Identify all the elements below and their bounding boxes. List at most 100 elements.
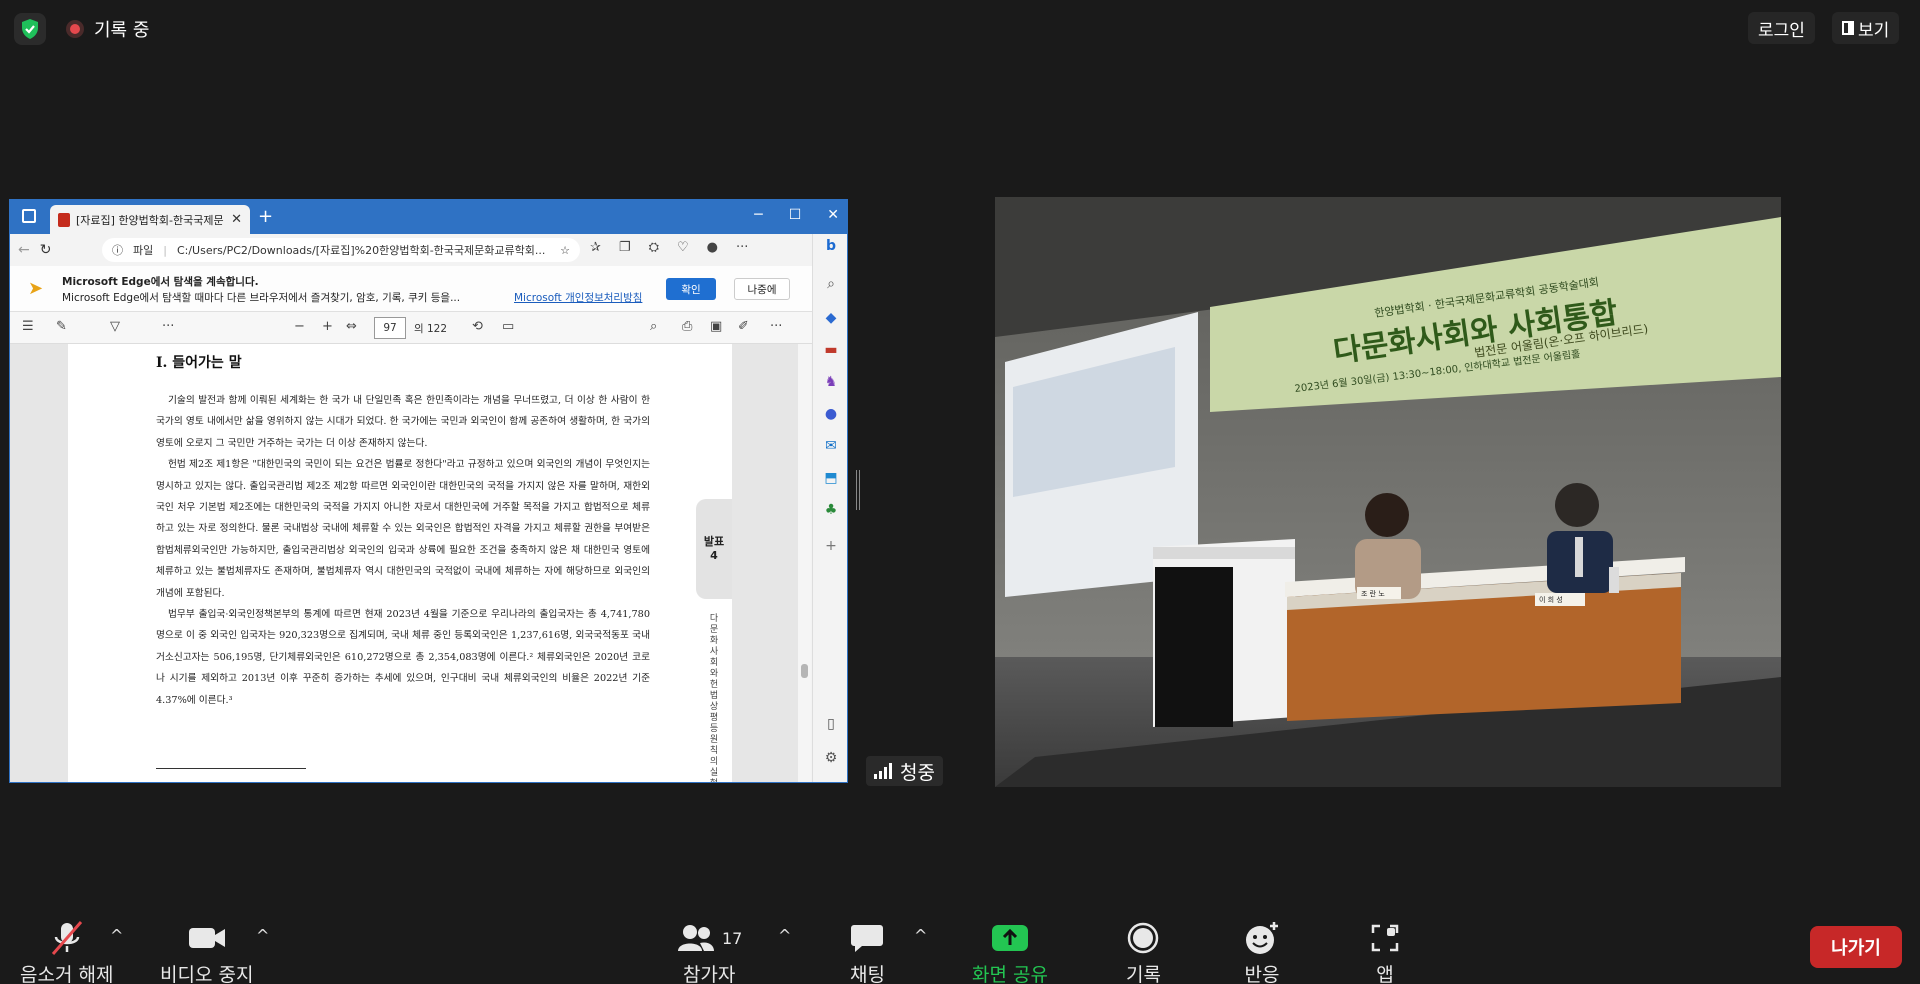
tools-icon[interactable]: ▬ xyxy=(821,340,841,360)
unmute-button[interactable]: 음소거 해제 xyxy=(20,916,113,984)
address-input[interactable]: ⓘ 파일 | C:/Users/PC2/Downloads/[자료집]%20한양… xyxy=(102,238,580,262)
drop-icon[interactable]: ⬒ xyxy=(821,468,841,488)
more-menu-icon[interactable]: ··· xyxy=(736,240,748,255)
chat-label: 채팅 xyxy=(850,964,885,984)
profile-icon[interactable]: ● xyxy=(707,240,718,255)
save-as-icon[interactable]: ✐ xyxy=(738,319,749,334)
highlight-icon[interactable]: ▽ xyxy=(110,319,120,334)
participant-count: 17 xyxy=(722,928,743,948)
view-label: 보기 xyxy=(1858,20,1890,41)
refresh-icon[interactable]: ↻ xyxy=(40,242,52,258)
extension-icon[interactable]: ⛭ xyxy=(649,240,659,255)
zoom-in-icon[interactable]: + xyxy=(322,319,333,334)
participants-icon: 17 xyxy=(676,916,742,960)
save-icon[interactable]: ▣ xyxy=(710,319,722,334)
edge-notice-bar: ➤ Microsoft Edge에서 탐색을 계속합니다. Microsoft … xyxy=(10,266,847,312)
participant-video[interactable]: 한양법학회 · 한국국제문화교류학회 공동학술대회 다문화사회와 사회통합 법전… xyxy=(995,197,1781,787)
audio-options-chevron-icon[interactable]: ^ xyxy=(110,926,123,945)
video-options-chevron-icon[interactable]: ^ xyxy=(256,926,269,945)
reaction-smile-icon xyxy=(1244,916,1280,960)
apps-icon xyxy=(1370,916,1400,960)
pdf-scrollbar[interactable] xyxy=(798,344,811,782)
pdf-heading: Ⅰ. 들어가는 말 xyxy=(156,355,242,371)
top-bar: 기록 중 로그인 보기 xyxy=(0,0,1920,56)
login-button[interactable]: 로그인 xyxy=(1748,12,1815,44)
outlook-icon[interactable]: ✉ xyxy=(821,436,841,456)
games-icon[interactable]: ♞ xyxy=(821,372,841,392)
minimize-icon[interactable]: ─ xyxy=(754,207,762,223)
info-icon: ⓘ xyxy=(112,244,123,257)
tab-actions-icon[interactable] xyxy=(22,209,36,223)
side-tab-number: 4 xyxy=(710,549,718,562)
leave-button[interactable]: 나가기 xyxy=(1810,926,1902,968)
record-button[interactable]: 기록 xyxy=(1126,916,1161,984)
chat-bubble-icon xyxy=(850,916,884,960)
record-label: 기록 xyxy=(1126,964,1161,984)
sidebar-hide-icon[interactable]: ▯ xyxy=(821,714,841,734)
chat-button[interactable]: 채팅 xyxy=(850,916,885,984)
chat-options-chevron-icon[interactable]: ^ xyxy=(914,926,927,945)
notice-icon: ➤ xyxy=(28,278,44,299)
fit-page-icon[interactable]: ⇔ xyxy=(346,319,357,334)
back-icon[interactable]: ← xyxy=(18,242,30,258)
draw-icon[interactable]: ✎ xyxy=(56,319,67,334)
close-tab-icon[interactable]: ✕ xyxy=(231,212,242,227)
tab-title: [자료집] 한양법학회-한국국제문 xyxy=(76,213,224,227)
presentation-side-tab: 발표 4 xyxy=(696,499,732,599)
reactions-label: 반응 xyxy=(1244,964,1280,984)
view-layout-icon xyxy=(1842,21,1854,35)
participants-button[interactable]: 17 참가자 xyxy=(676,916,742,984)
shopping-tag-icon[interactable]: ◆ xyxy=(821,308,841,328)
search-icon[interactable]: ⌕ xyxy=(650,319,657,334)
edge-sidebar: b ⌕ ◆ ▬ ♞ ● ✉ ⬒ ♣ + ▯ ⚙ xyxy=(812,234,847,782)
pdf-toolbar: ☰ ✎ ▽ ··· − + ⇔ 97 의 122 ⟲ ▭ ⌕ ⎙ ▣ ✐ ··· xyxy=(10,312,847,344)
security-shield-icon[interactable] xyxy=(14,13,46,45)
recording-indicator[interactable]: 기록 중 xyxy=(66,16,149,42)
new-tab-icon[interactable]: + xyxy=(258,206,273,227)
address-text: C:/Users/PC2/Downloads/[자료집]%20한양법학회-한국국… xyxy=(176,244,546,257)
more-tools-icon[interactable]: ··· xyxy=(162,319,174,334)
favorite-star-icon[interactable]: ☆ xyxy=(560,244,570,257)
pdf-paragraph: 법무부 출입국·외국인정책본부의 통계에 따르면 현재 2023년 4월을 기준… xyxy=(156,609,650,706)
browser-tab[interactable]: [자료집] 한양법학회-한국국제문 ✕ xyxy=(50,205,250,234)
speaker-name-tag: 청중 xyxy=(866,756,943,786)
meeting-toolbar: 음소거 해제 ^ 비디오 중지 ^ 17 참가자 ^ 채팅 ^ 화면 공유 기록… xyxy=(0,904,1920,984)
view-button[interactable]: 보기 xyxy=(1832,12,1900,44)
collections-icon[interactable]: ❐ xyxy=(619,240,631,255)
footnote-rule xyxy=(156,768,306,769)
close-window-icon[interactable]: ✕ xyxy=(827,207,839,223)
maximize-icon[interactable]: ☐ xyxy=(789,207,802,223)
copilot-icon[interactable]: b xyxy=(821,236,841,256)
later-button[interactable]: 나중에 xyxy=(734,278,790,300)
pdf-page: Ⅰ. 들어가는 말 기술의 발전과 함께 이뤄된 세계화는 한 국가 내 단일민… xyxy=(68,344,732,782)
split-divider-handle[interactable] xyxy=(856,470,860,510)
unmute-label: 음소거 해제 xyxy=(20,964,114,984)
share-screen-icon xyxy=(991,916,1029,960)
favorites-icon[interactable]: ✰ xyxy=(590,240,601,255)
apps-button[interactable]: 앱 xyxy=(1370,916,1400,984)
zoom-out-icon[interactable]: − xyxy=(294,319,305,334)
pdf-viewport[interactable]: Ⅰ. 들어가는 말 기술의 발전과 함께 이뤄된 세계화는 한 국가 내 단일민… xyxy=(10,344,798,782)
participants-options-chevron-icon[interactable]: ^ xyxy=(778,926,791,945)
record-icon xyxy=(1127,916,1159,960)
pdf-more-icon[interactable]: ··· xyxy=(770,319,782,334)
page-view-icon[interactable]: ▭ xyxy=(502,319,514,334)
confirm-button[interactable]: 확인 xyxy=(666,278,716,300)
office-icon[interactable]: ● xyxy=(821,404,841,424)
print-icon[interactable]: ⎙ xyxy=(682,319,692,334)
pdf-paragraph: 헌법 제2조 제1항은 "대한민국의 국민이 되는 요건은 법률로 정한다"라고… xyxy=(156,459,650,599)
sidebar-settings-icon[interactable]: ⚙ xyxy=(821,748,841,768)
reactions-button[interactable]: 반응 xyxy=(1244,916,1280,984)
speaker-label: 청중 xyxy=(900,761,935,784)
address-prefix: 파일 xyxy=(133,244,154,257)
share-screen-button[interactable]: 화면 공유 xyxy=(972,916,1048,984)
sidebar-search-icon[interactable]: ⌕ xyxy=(821,274,841,294)
add-sidebar-icon[interactable]: + xyxy=(821,536,841,556)
privacy-link[interactable]: Microsoft 개인정보처리방침 xyxy=(514,290,642,305)
stop-video-button[interactable]: 비디오 중지 xyxy=(160,916,253,984)
tree-icon[interactable]: ♣ xyxy=(821,500,841,520)
contents-icon[interactable]: ☰ xyxy=(22,319,34,334)
page-number-input[interactable]: 97 xyxy=(374,317,406,339)
rotate-icon[interactable]: ⟲ xyxy=(472,319,483,334)
browser-essentials-icon[interactable]: ♡ xyxy=(677,240,689,255)
